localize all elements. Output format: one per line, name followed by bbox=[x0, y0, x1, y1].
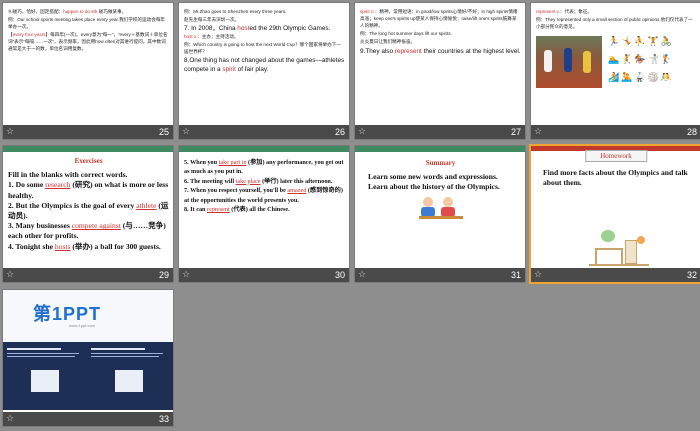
slide-thumbnail-27[interactable]: spirit n.：精神。常用短语：in good/low spirits心情好… bbox=[354, 2, 526, 140]
slide-footer-bar: ☆ 28 bbox=[531, 125, 700, 139]
slide-footer-bar: ☆ 31 bbox=[355, 268, 525, 282]
athlete-icon: ⛹ bbox=[634, 36, 646, 46]
slide-number: 26 bbox=[334, 127, 345, 137]
slide-content: spirit n.：精神。常用短语：in good/low spirits心情好… bbox=[360, 9, 521, 55]
slide-thumbnail-33[interactable]: 第1PPT www.1ppt.com ☆ 33 bbox=[2, 289, 174, 427]
slide-footer-bar: ☆ 25 bbox=[3, 125, 173, 139]
slide-title: Summary bbox=[425, 159, 456, 167]
kids-illustration bbox=[418, 196, 463, 219]
slide-thumbnail-26[interactable]: 例：Mr.Zhao goes to Shenzhen every three y… bbox=[178, 2, 350, 140]
athlete-icon: 🚴 bbox=[660, 36, 673, 46]
star-icon: ☆ bbox=[182, 270, 191, 280]
slide-content: Exercises Fill in the blanks with correc… bbox=[8, 157, 169, 251]
athlete-icon: 🤼 bbox=[660, 72, 673, 82]
star-icon: ☆ bbox=[6, 127, 15, 137]
slide-thumbnail-30[interactable]: 5. When you take part in (参加) any perfor… bbox=[178, 145, 350, 283]
star-icon: ☆ bbox=[182, 127, 191, 137]
slide-footer-bar: ☆ 26 bbox=[179, 125, 349, 139]
slide-number: 31 bbox=[510, 270, 521, 280]
slide-content: represent v.：代表；象征。 例：They represented o… bbox=[536, 8, 697, 123]
slide-content: Summary Learn some new words and express… bbox=[360, 156, 521, 266]
athlete-icon: 🏄 bbox=[608, 72, 620, 82]
athlete-icon: 🤽 bbox=[621, 72, 633, 82]
slide-footer-bar: ☆ 30 bbox=[179, 268, 349, 282]
slide-thumbnail-28[interactable]: represent v.：代表；象征。 例：They represented o… bbox=[530, 2, 700, 140]
slide-title: Homework bbox=[585, 150, 647, 162]
slide-number: 28 bbox=[686, 127, 697, 137]
athletes-photo bbox=[536, 36, 602, 88]
slide-number: 33 bbox=[158, 414, 169, 424]
slide-content: 5. When you take part in (参加) any perfor… bbox=[184, 159, 344, 214]
athlete-icon: 🏌 bbox=[660, 54, 673, 64]
slide-thumbnail-32[interactable]: Homework Find more facts about the Olymp… bbox=[529, 144, 700, 284]
athlete-icon: 🥋 bbox=[634, 72, 646, 82]
slide-number: 29 bbox=[158, 270, 169, 280]
athlete-icon: 🏊 bbox=[608, 54, 620, 64]
slide-thumbnail-29[interactable]: Exercises Fill in the blanks with correc… bbox=[2, 145, 174, 283]
athlete-icon: 🏐 bbox=[647, 72, 659, 82]
athlete-icon: 🤺 bbox=[647, 54, 659, 64]
logo-subtitle: www.1ppt.com bbox=[69, 323, 96, 328]
star-icon: ☆ bbox=[6, 270, 15, 280]
info-panel bbox=[3, 342, 173, 410]
star-icon: ☆ bbox=[534, 127, 543, 137]
slide-header-band bbox=[355, 146, 525, 152]
star-icon: ☆ bbox=[6, 414, 15, 424]
slide-thumbnail-25[interactable]: ⑥碰巧，恰好，固定搭配：happen to do sth.碰巧做某事。 例：Ou… bbox=[2, 2, 174, 140]
slide-title: Exercises bbox=[74, 157, 103, 165]
athlete-icon: 🤸 bbox=[621, 36, 633, 46]
slide-content: ⑥碰巧，恰好，固定搭配：happen to do sth.碰巧做某事。 例：Ou… bbox=[8, 9, 168, 51]
slide-number: 32 bbox=[686, 270, 697, 280]
classroom-illustration bbox=[589, 226, 649, 266]
star-icon: ☆ bbox=[534, 270, 543, 280]
slide-footer-bar: ☆ 27 bbox=[355, 125, 525, 139]
slide-footer-bar: ☆ 29 bbox=[3, 268, 173, 282]
athlete-icon: 🏃 bbox=[608, 36, 620, 46]
slide-content: 例：Mr.Zhao goes to Shenzhen every three y… bbox=[184, 9, 345, 73]
athlete-icon: 🤾 bbox=[621, 54, 633, 64]
logo-area: 第1PPT www.1ppt.com bbox=[3, 290, 173, 342]
slide-thumbnail-31[interactable]: Summary Learn some new words and express… bbox=[354, 145, 526, 283]
slide-footer-bar: ☆ 32 bbox=[531, 268, 700, 282]
slide-number: 30 bbox=[334, 270, 345, 280]
slide-header-band bbox=[3, 146, 173, 152]
slide-header-band bbox=[179, 146, 349, 152]
star-icon: ☆ bbox=[358, 127, 367, 137]
athlete-icon: 🏇 bbox=[634, 54, 646, 64]
athlete-icon: 🏋 bbox=[647, 36, 659, 46]
sport-pictograms: 🏃 🤸 ⛹ 🏋 🚴 🏊 🤾 🏇 🤺 🏌 🏄 🤽 🥋 🏐 🤼 bbox=[608, 36, 672, 88]
slide-footer-bar: ☆ 33 bbox=[3, 412, 173, 426]
slide-number: 27 bbox=[510, 127, 521, 137]
slide-number: 25 bbox=[158, 127, 169, 137]
star-icon: ☆ bbox=[358, 270, 367, 280]
